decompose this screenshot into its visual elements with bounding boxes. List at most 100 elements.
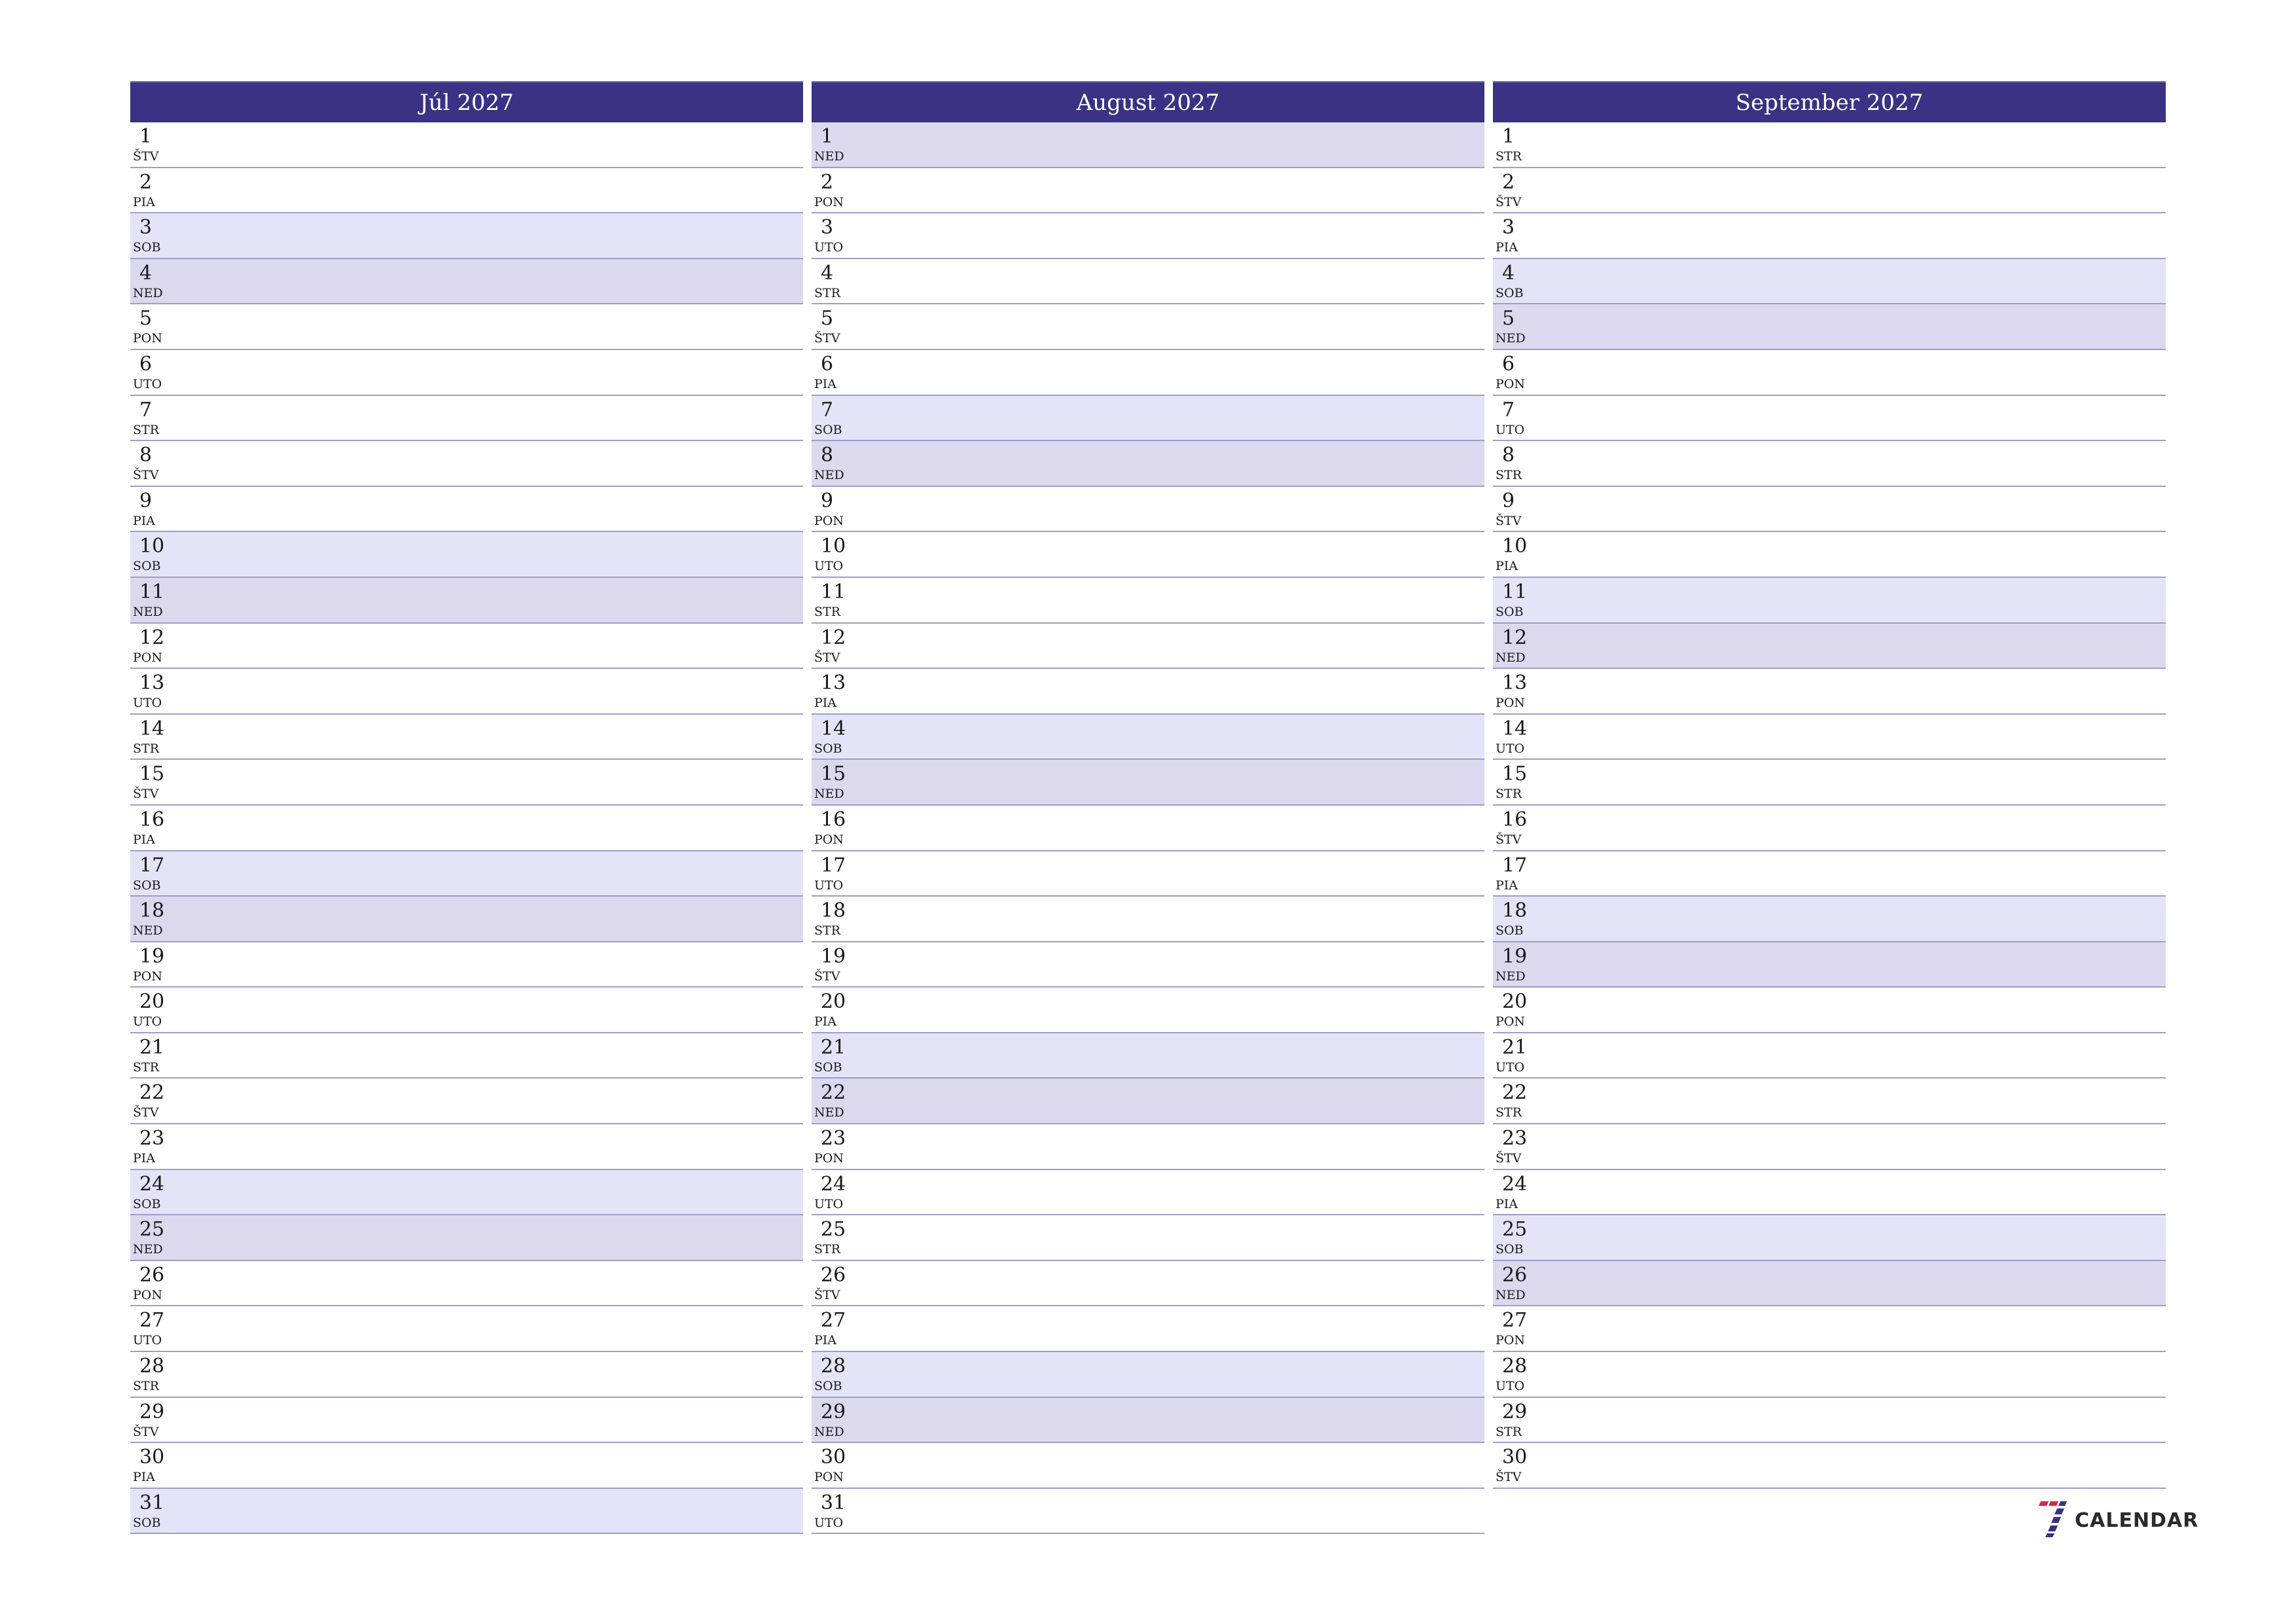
day-row[interactable]: 14 UTO	[1493, 714, 2166, 760]
day-row[interactable]: 30 PIA	[130, 1443, 803, 1489]
day-row[interactable]: 4 STR	[812, 259, 1484, 305]
day-row[interactable]: 16 PON	[812, 805, 1484, 851]
day-row[interactable]: 10 UTO	[812, 532, 1484, 578]
day-row[interactable]: 15 ŠTV	[130, 760, 803, 806]
day-row[interactable]: 27 UTO	[130, 1306, 803, 1353]
day-row[interactable]: 12 PON	[130, 623, 803, 669]
day-row[interactable]: 27 PIA	[812, 1306, 1484, 1353]
day-row[interactable]: 1 NED	[812, 122, 1484, 168]
day-row[interactable]: 21 SOB	[812, 1033, 1484, 1079]
day-row[interactable]: 9 PIA	[130, 486, 803, 533]
day-row[interactable]: 23 ŠTV	[1493, 1124, 2166, 1170]
day-row[interactable]: 21 STR	[130, 1033, 803, 1079]
day-row[interactable]: 2 PIA	[130, 168, 803, 214]
day-row[interactable]: 25 SOB	[1493, 1215, 2166, 1261]
day-row[interactable]: 29 ŠTV	[130, 1397, 803, 1444]
day-row[interactable]: 8 STR	[1493, 441, 2166, 487]
day-row[interactable]: 24 PIA	[1493, 1169, 2166, 1216]
day-row[interactable]: 25 NED	[130, 1215, 803, 1261]
day-row[interactable]: 25 STR	[812, 1215, 1484, 1261]
day-row[interactable]: 6 PIA	[812, 349, 1484, 396]
day-row[interactable]: 18 SOB	[1493, 897, 2166, 942]
day-row[interactable]: 24 UTO	[812, 1169, 1484, 1216]
weekday-label: NED	[1496, 331, 1526, 346]
day-row[interactable]: 5 NED	[1493, 304, 2166, 350]
day-row[interactable]: 17 PIA	[1493, 851, 2166, 897]
day-row[interactable]: 4 SOB	[1493, 259, 2166, 305]
day-row[interactable]: 11 STR	[812, 577, 1484, 624]
day-row[interactable]: 7 STR	[130, 395, 803, 442]
day-row[interactable]: 12 ŠTV	[812, 623, 1484, 669]
day-row[interactable]: 12 NED	[1493, 623, 2166, 669]
day-row[interactable]: 19 NED	[1493, 942, 2166, 988]
day-row[interactable]: 23 PIA	[130, 1124, 803, 1170]
day-row[interactable]: 11 NED	[130, 577, 803, 624]
day-row[interactable]: 10 SOB	[130, 532, 803, 578]
day-row[interactable]: 6 UTO	[130, 349, 803, 396]
day-row[interactable]: 26 NED	[1493, 1260, 2166, 1307]
day-row[interactable]: 22 STR	[1493, 1079, 2166, 1125]
day-row[interactable]: 29 NED	[812, 1397, 1484, 1444]
day-row[interactable]: 26 ŠTV	[812, 1260, 1484, 1307]
day-row[interactable]: 7 SOB	[812, 395, 1484, 442]
day-row[interactable]: 8 ŠTV	[130, 441, 803, 487]
day-row[interactable]: 20 UTO	[130, 988, 803, 1033]
day-row[interactable]: 15 STR	[1493, 760, 2166, 806]
day-row[interactable]: 17 SOB	[130, 851, 803, 897]
day-row[interactable]: 17 UTO	[812, 851, 1484, 897]
weekday-label: SOB	[133, 559, 161, 574]
day-row[interactable]: 20 PIA	[812, 988, 1484, 1033]
day-row[interactable]: 26 PON	[130, 1260, 803, 1307]
weekday-label: SOB	[133, 1515, 161, 1530]
day-row[interactable]: 2 ŠTV	[1493, 168, 2166, 214]
day-row[interactable]: 30 ŠTV	[1493, 1443, 2166, 1489]
day-row[interactable]: 24 SOB	[130, 1169, 803, 1216]
day-row[interactable]: 27 PON	[1493, 1306, 2166, 1353]
day-row[interactable]: 3 SOB	[130, 213, 803, 259]
day-row[interactable]: 14 STR	[130, 714, 803, 760]
day-row[interactable]: 18 STR	[812, 897, 1484, 942]
day-number: 20	[821, 990, 846, 1014]
day-row[interactable]: 16 ŠTV	[1493, 805, 2166, 851]
day-row[interactable]: 6 PON	[1493, 349, 2166, 396]
weekday-label: PON	[814, 1470, 844, 1485]
day-number: 15	[821, 762, 846, 786]
day-row[interactable]: 19 ŠTV	[812, 942, 1484, 988]
day-row[interactable]: 5 ŠTV	[812, 304, 1484, 350]
day-row[interactable]: 31 SOB	[130, 1488, 803, 1535]
day-row[interactable]: 31 UTO	[812, 1488, 1484, 1535]
day-row[interactable]: 15 NED	[812, 760, 1484, 806]
day-row[interactable]: 14 SOB	[812, 714, 1484, 760]
day-row[interactable]: 18 NED	[130, 897, 803, 942]
day-row[interactable]: 28 STR	[130, 1352, 803, 1398]
day-row[interactable]: 1 ŠTV	[130, 122, 803, 168]
day-row[interactable]: 19 PON	[130, 942, 803, 988]
day-row[interactable]: 13 UTO	[130, 669, 803, 715]
day-row[interactable]: 9 PON	[812, 486, 1484, 533]
day-row[interactable]: 22 ŠTV	[130, 1079, 803, 1125]
day-row[interactable]: 8 NED	[812, 441, 1484, 487]
day-row[interactable]: 3 UTO	[812, 213, 1484, 259]
day-row[interactable]: 28 SOB	[812, 1352, 1484, 1398]
day-row[interactable]: 1 STR	[1493, 122, 2166, 168]
day-row[interactable]: 20 PON	[1493, 988, 2166, 1033]
day-row[interactable]: 22 NED	[812, 1079, 1484, 1125]
day-row[interactable]: 30 PON	[812, 1443, 1484, 1489]
day-row[interactable]: 5 PON	[130, 304, 803, 350]
day-row[interactable]: 13 PIA	[812, 669, 1484, 715]
day-row[interactable]: 3 PIA	[1493, 213, 2166, 259]
day-row[interactable]: 4 NED	[130, 259, 803, 305]
day-number: 14	[821, 717, 846, 740]
day-row[interactable]: 9 ŠTV	[1493, 486, 2166, 533]
day-row[interactable]: 29 STR	[1493, 1397, 2166, 1444]
day-row[interactable]: 21 UTO	[1493, 1033, 2166, 1079]
day-row[interactable]: 7 UTO	[1493, 395, 2166, 442]
day-row[interactable]: 2 PON	[812, 168, 1484, 214]
day-row[interactable]: 11 SOB	[1493, 577, 2166, 624]
day-number: 17	[139, 853, 165, 877]
day-row[interactable]: 13 PON	[1493, 669, 2166, 715]
day-row[interactable]: 28 UTO	[1493, 1352, 2166, 1398]
day-row[interactable]: 16 PIA	[130, 805, 803, 851]
day-row[interactable]: 10 PIA	[1493, 532, 2166, 578]
day-row[interactable]: 23 PON	[812, 1124, 1484, 1170]
